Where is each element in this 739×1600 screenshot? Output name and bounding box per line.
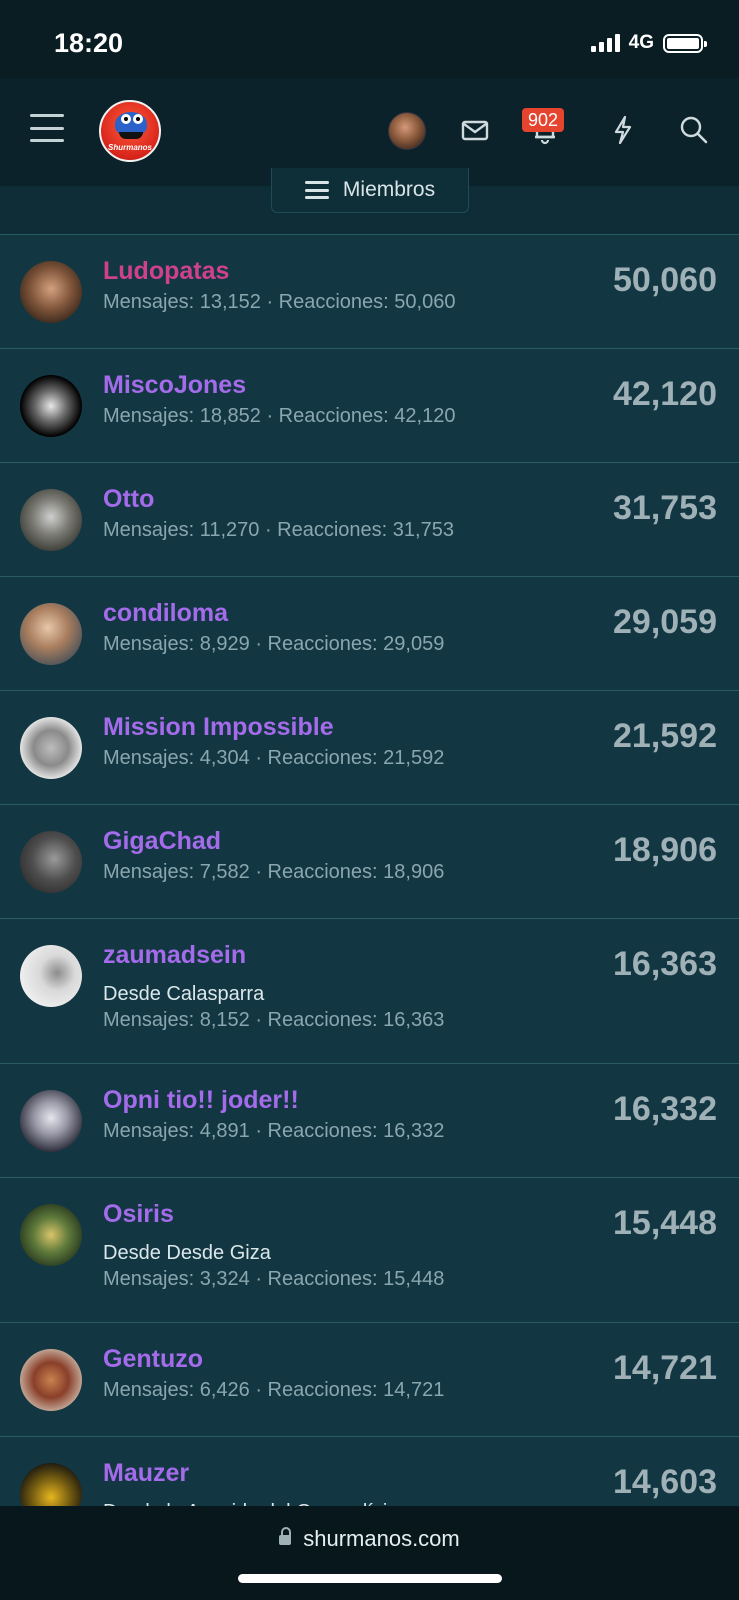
url-text: shurmanos.com: [303, 1526, 460, 1551]
member-avatar[interactable]: [20, 1090, 82, 1152]
member-stats: Mensajes: 8,152 · Reacciones: 16,363: [103, 1009, 445, 1031]
member-avatar[interactable]: [20, 261, 82, 323]
members-tab[interactable]: Miembros: [271, 168, 469, 213]
member-stats: Mensajes: 18,852 · Reacciones: 42,120: [103, 405, 456, 427]
member-avatar[interactable]: [20, 1349, 82, 1411]
search-icon[interactable]: [676, 112, 712, 148]
browser-bottom-bar: shurmanos.com: [0, 1506, 739, 1600]
member-row[interactable]: condiloma Mensajes: 8,929 · Reacciones: …: [0, 576, 739, 690]
member-reaction-count: 15,448: [613, 1204, 717, 1242]
member-name[interactable]: Gentuzo: [103, 1345, 203, 1374]
member-row[interactable]: Otto Mensajes: 11,270 · Reacciones: 31,7…: [0, 462, 739, 576]
member-avatar[interactable]: [20, 945, 82, 1007]
member-stats: Mensajes: 7,582 · Reacciones: 18,906: [103, 861, 445, 883]
member-avatar[interactable]: [20, 831, 82, 893]
member-name[interactable]: Ludopatas: [103, 257, 229, 286]
member-row[interactable]: Ludopatas Mensajes: 13,152 · Reacciones:…: [0, 234, 739, 348]
home-indicator[interactable]: [238, 1574, 502, 1583]
member-stats: Mensajes: 11,270 · Reacciones: 31,753: [103, 519, 454, 541]
member-name[interactable]: zaumadsein: [103, 941, 246, 970]
user-avatar[interactable]: [388, 112, 426, 150]
member-reaction-count: 42,120: [613, 375, 717, 413]
member-avatar[interactable]: [20, 603, 82, 665]
member-stats: Mensajes: 8,929 · Reacciones: 29,059: [103, 633, 445, 655]
member-avatar[interactable]: [20, 717, 82, 779]
member-location: Desde Desde Giza: [103, 1242, 271, 1264]
member-stats: Mensajes: 3,324 · Reacciones: 15,448: [103, 1268, 445, 1290]
member-row[interactable]: Opni tio!! joder!! Mensajes: 4,891 · Rea…: [0, 1063, 739, 1177]
mail-icon[interactable]: [457, 112, 493, 148]
notification-badge: 902: [522, 108, 565, 132]
member-stats: Mensajes: 13,152 · Reacciones: 50,060: [103, 291, 456, 313]
battery-icon: [663, 33, 707, 53]
member-stats: Mensajes: 6,426 · Reacciones: 14,721: [103, 1379, 445, 1401]
member-reaction-count: 29,059: [613, 603, 717, 641]
member-reaction-count: 14,721: [613, 1349, 717, 1387]
member-reaction-count: 21,592: [613, 717, 717, 755]
member-avatar[interactable]: [20, 375, 82, 437]
member-avatar[interactable]: [20, 489, 82, 551]
member-name[interactable]: GigaChad: [103, 827, 221, 856]
status-indicators: 4G: [590, 32, 707, 54]
member-row[interactable]: Osiris Desde Desde Giza Mensajes: 3,324 …: [0, 1177, 739, 1322]
member-name[interactable]: condiloma: [103, 599, 228, 628]
lock-icon: [279, 1527, 292, 1546]
member-stats: Mensajes: 4,304 · Reacciones: 21,592: [103, 747, 445, 769]
member-reaction-count: 31,753: [613, 489, 717, 527]
status-time: 18:20: [54, 28, 124, 58]
address-bar[interactable]: shurmanos.com: [0, 1526, 739, 1552]
signal-icon: [590, 34, 620, 52]
status-bar: 18:20 4G: [0, 0, 739, 78]
member-row[interactable]: GigaChad Mensajes: 7,582 · Reacciones: 1…: [0, 804, 739, 918]
member-stats: Mensajes: 4,891 · Reacciones: 16,332: [103, 1120, 445, 1142]
members-list: Ludopatas Mensajes: 13,152 · Reacciones:…: [0, 234, 739, 1576]
member-name[interactable]: Opni tio!! joder!!: [103, 1086, 299, 1115]
member-name[interactable]: Mauzer: [103, 1459, 189, 1488]
menu-icon[interactable]: [30, 114, 64, 142]
member-reaction-count: 14,603: [613, 1463, 717, 1501]
site-logo[interactable]: Shurmanos: [99, 100, 161, 162]
member-row[interactable]: Gentuzo Mensajes: 6,426 · Reacciones: 14…: [0, 1322, 739, 1436]
member-location: Desde Calasparra: [103, 983, 265, 1005]
member-name[interactable]: MiscoJones: [103, 371, 246, 400]
network-label: 4G: [628, 32, 654, 53]
member-reaction-count: 16,363: [613, 945, 717, 983]
members-tab-label: Miembros: [342, 178, 436, 201]
member-reaction-count: 18,906: [613, 831, 717, 869]
member-reaction-count: 50,060: [613, 261, 717, 299]
member-name[interactable]: Mission Impossible: [103, 713, 334, 742]
member-name[interactable]: Otto: [103, 485, 154, 514]
lightning-icon[interactable]: [605, 112, 641, 148]
member-row[interactable]: zaumadsein Desde Calasparra Mensajes: 8,…: [0, 918, 739, 1063]
member-reaction-count: 16,332: [613, 1090, 717, 1128]
member-name[interactable]: Osiris: [103, 1200, 174, 1229]
member-row[interactable]: Mission Impossible Mensajes: 4,304 · Rea…: [0, 690, 739, 804]
member-row[interactable]: MiscoJones Mensajes: 18,852 · Reacciones…: [0, 348, 739, 462]
list-icon: [304, 181, 329, 199]
logo-text: Shurmanos: [107, 143, 152, 152]
member-avatar[interactable]: [20, 1204, 82, 1266]
